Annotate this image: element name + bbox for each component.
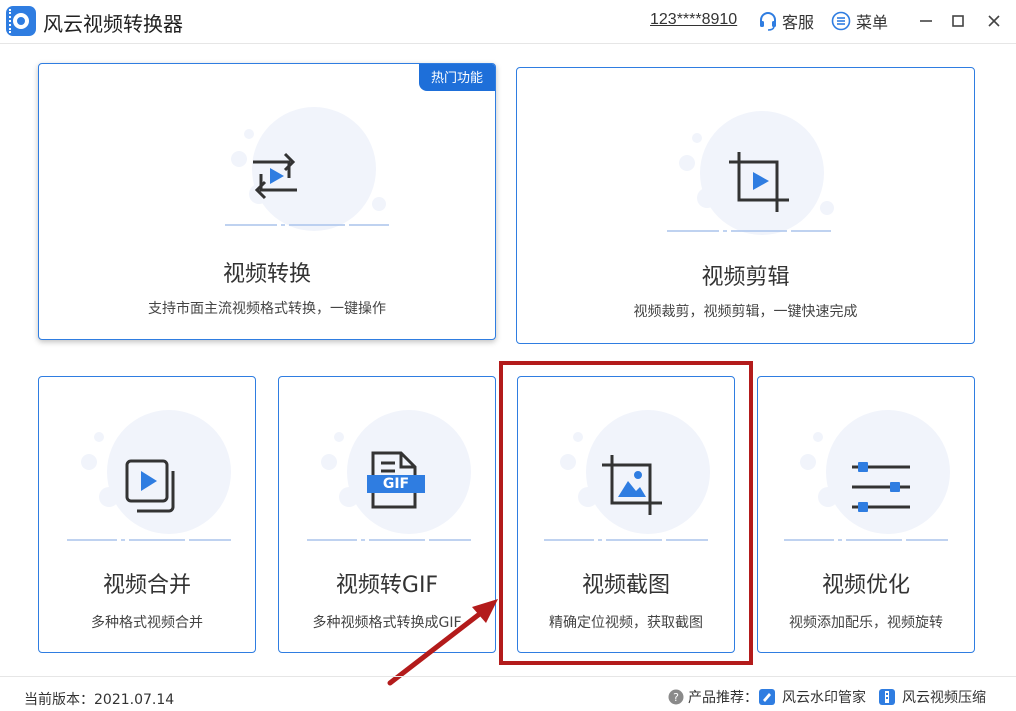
sliders-icon (852, 462, 910, 512)
watermark-app-icon (759, 689, 775, 705)
menu-button[interactable]: 菜单 (831, 9, 888, 33)
card-title: 视频剪辑 (701, 265, 790, 290)
product-link-watermark[interactable]: 风云水印管家 (758, 687, 866, 707)
crop-image-icon (602, 455, 662, 515)
app-title: 风云视频转换器 (43, 12, 183, 36)
close-icon[interactable] (983, 10, 1005, 32)
card-title: 视频合并 (102, 573, 191, 598)
help-icon: ? (668, 689, 684, 705)
headset-icon (760, 12, 776, 31)
recommend-label: 产品推荐： (688, 690, 758, 706)
menu-icon (831, 11, 851, 31)
crop-play-icon (729, 152, 789, 212)
card-video-screenshot[interactable]: 视频截图 精确定位视频，获取截图 (517, 376, 735, 653)
card-title: 视频转换 (222, 262, 311, 287)
menu-label: 菜单 (856, 15, 889, 32)
product-link-compress[interactable]: 风云视频压缩 (878, 687, 986, 707)
card-video-optimize[interactable]: 视频优化 视频添加配乐，视频旋转 (757, 376, 975, 653)
product-name: 风云水印管家 (782, 690, 866, 706)
card-video-convert[interactable]: 热门功能 视频转换 支持市面主流视频格式转换，一键操作 (38, 63, 496, 340)
card-description: 精确定位视频，获取截图 (549, 615, 703, 631)
card-title: 视频优化 (821, 573, 910, 598)
product-recommend: ? 产品推荐： (668, 687, 758, 707)
card-title: 视频截图 (581, 573, 670, 598)
compress-app-icon (879, 689, 895, 705)
version-text: 当前版本：2021.07.14 (24, 692, 175, 708)
customer-service-label: 客服 (782, 15, 815, 32)
merge-icon (125, 459, 175, 513)
title-bar: 风云视频转换器 123****8910 客服 菜单 (0, 0, 1016, 44)
card-video-merge[interactable]: 视频合并 多种格式视频合并 (38, 376, 256, 653)
minimize-icon[interactable] (915, 10, 937, 32)
gif-icon-label: GIF (382, 476, 410, 492)
product-name: 风云视频压缩 (902, 690, 986, 706)
convert-icon (253, 152, 297, 200)
maximize-icon[interactable] (947, 10, 969, 32)
account-link[interactable]: 123****8910 (650, 11, 737, 29)
svg-text:?: ? (673, 691, 679, 704)
card-description: 多种格式视频合并 (91, 615, 203, 631)
app-logo-icon (6, 6, 36, 36)
card-description: 视频添加配乐，视频旋转 (789, 615, 943, 631)
card-description: 视频裁剪，视频剪辑，一键快速完成 (633, 304, 858, 320)
card-description: 支持市面主流视频格式转换，一键操作 (148, 301, 386, 317)
card-video-edit[interactable]: 视频剪辑 视频裁剪，视频剪辑，一键快速完成 (516, 67, 975, 344)
hot-feature-badge: 热门功能 (419, 64, 495, 91)
footer-bar: 当前版本：2021.07.14 ? 产品推荐： 风云水印管家 风云视频压缩 (0, 676, 1016, 711)
customer-service-button[interactable]: 客服 (758, 9, 814, 33)
card-background-decoration (225, 107, 389, 231)
